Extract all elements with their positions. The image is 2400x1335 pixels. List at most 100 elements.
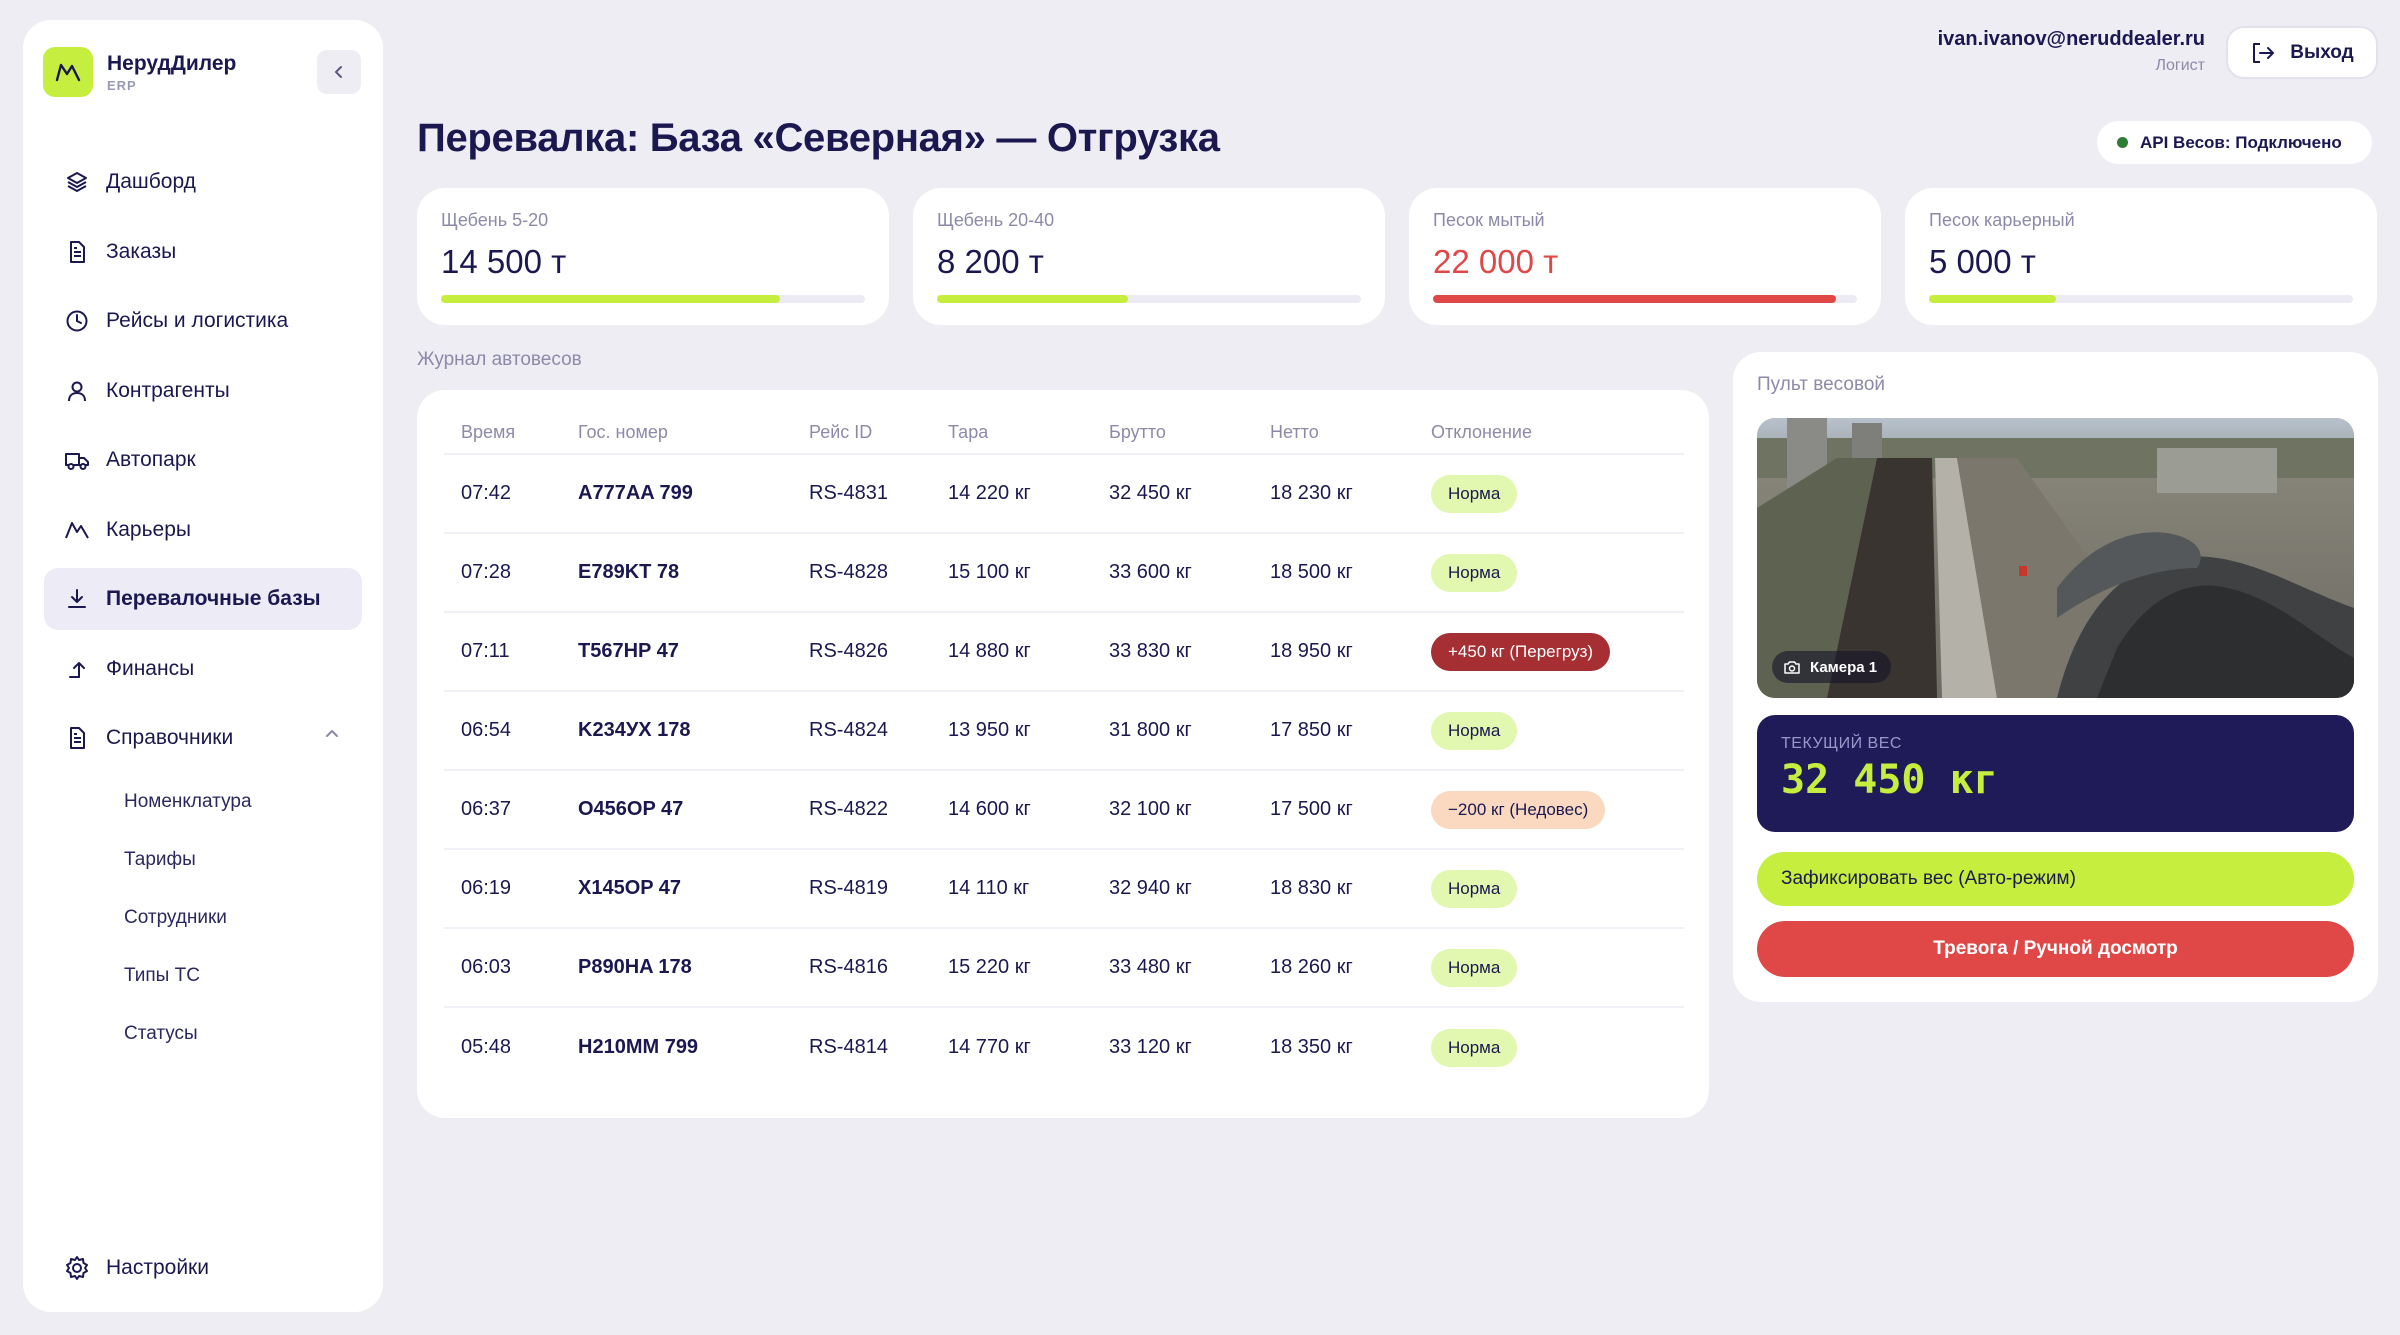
row-deviation: Норма (1414, 1028, 1684, 1067)
deviation-badge: Норма (1431, 948, 1518, 987)
stock-progress-fill (937, 295, 1128, 303)
stock-card: Щебень 20-40 8 200 т (913, 188, 1385, 325)
column-header-trip[interactable]: Рейс ID (792, 422, 931, 443)
alarm-inspection-button[interactable]: Тревога / Ручной досмотр (1757, 921, 2354, 977)
stock-value: 22 000 т (1433, 243, 1559, 280)
log-title: Журнал автовесов (417, 349, 582, 370)
stock-progress-fill (1929, 295, 2057, 303)
fix-weight-button[interactable]: Зафиксировать вес (Авто-режим) (1757, 852, 2354, 906)
document-icon (64, 725, 90, 751)
subnav-item-nomenclature[interactable]: Номенклатура (44, 773, 362, 831)
row-net: 18 230 кг (1270, 482, 1353, 504)
row-tare: 14 880 кг (948, 640, 1031, 662)
row-net: 18 350 кг (1270, 1036, 1353, 1058)
table-row[interactable]: 07:11 T567HP 47 RS-4826 14 880 кг 33 830 кг 1… (444, 613, 1684, 692)
row-deviation: −200 кг (Недовес) (1414, 790, 1684, 829)
stock-progress-bar (441, 295, 865, 303)
row-deviation: Норма (1414, 869, 1684, 908)
api-status-badge: API Весов: Подключено (2097, 121, 2372, 164)
row-plate: K234УX 178 (578, 719, 691, 741)
brand[interactable]: НерудДилер ERP (43, 47, 236, 97)
row-time: 06:19 (461, 877, 512, 899)
table-row[interactable]: 06:37 O456OP 47 RS-4822 14 600 кг 32 100 кг 1… (444, 771, 1684, 850)
stock-label: Песок мытый (1433, 210, 1545, 230)
nav-item-fleet[interactable]: Автопарк (44, 429, 362, 491)
nav-item-transfer-bases[interactable]: Перевалочные базы (44, 568, 362, 630)
column-header-tare[interactable]: Тара (931, 422, 1092, 443)
nav-item-quarries[interactable]: Карьеры (44, 499, 362, 561)
chevron-left-icon (335, 66, 342, 78)
camera-label: Камера 1 (1772, 651, 1892, 683)
row-tare: 14 220 кг (948, 482, 1031, 504)
row-gross: 32 100 кг (1109, 798, 1192, 820)
row-gross: 33 120 кг (1109, 1036, 1192, 1058)
sidebar: НерудДилер ERP Дашборд Заказы Рейсы и ло… (23, 20, 383, 1312)
column-header-deviation[interactable]: Отклонение (1414, 422, 1684, 443)
table-row[interactable]: 05:48 H210MM 799 RS-4814 14 770 кг 33 120 кг… (444, 1008, 1684, 1087)
column-header-gross[interactable]: Брутто (1092, 422, 1253, 443)
deviation-badge: Норма (1431, 553, 1518, 592)
nav-item-references[interactable]: Справочники (44, 707, 362, 769)
row-tare: 14 600 кг (948, 798, 1031, 820)
row-time: 06:54 (461, 719, 512, 741)
row-trip-id: RS-4814 (809, 1036, 888, 1058)
user-info: ivan.ivanov@neruddealer.ru Логист (1938, 28, 2205, 75)
subnav-item-employees[interactable]: Сотрудники (44, 889, 362, 947)
column-header-plate[interactable]: Гос. номер (561, 422, 792, 443)
nav-label: Заказы (106, 239, 177, 263)
row-plate: A777AA 799 (578, 482, 693, 504)
nav-label: Справочники (106, 726, 234, 749)
row-gross: 32 940 кг (1109, 877, 1192, 899)
subnav-item-vehicle-types[interactable]: Типы ТС (44, 947, 362, 1005)
table-row[interactable]: 06:19 X145OP 47 RS-4819 14 110 кг 32 940 кг 1… (444, 850, 1684, 929)
truck-icon (64, 447, 90, 473)
stock-label: Щебень 20-40 (937, 210, 1055, 230)
api-status-label: API Весов: Подключено (2140, 132, 2342, 152)
nav-label: Рейсы и логистика (106, 309, 289, 332)
deviation-badge: +450 кг (Перегруз) (1431, 632, 1611, 671)
nav-item-orders[interactable]: Заказы (44, 221, 362, 283)
row-plate: H210MM 799 (578, 1036, 699, 1058)
weighbridge-log-card: Время Гос. номер Рейс ID Тара Брутто Нет… (417, 390, 1709, 1118)
stock-card: Щебень 5-20 14 500 т (417, 188, 889, 325)
nav-item-contractors[interactable]: Контрагенты (44, 360, 362, 422)
row-net: 18 830 кг (1270, 877, 1353, 899)
deviation-badge: Норма (1431, 869, 1518, 908)
table-row[interactable]: 06:03 P890HA 178 RS-4816 15 220 кг 33 480 кг… (444, 929, 1684, 1008)
subnav-item-statuses[interactable]: Статусы (44, 1005, 362, 1063)
column-header-time[interactable]: Время (444, 422, 561, 443)
row-deviation: Норма (1414, 474, 1684, 513)
row-plate: X145OP 47 (578, 877, 682, 899)
nav-label: Контрагенты (106, 378, 230, 402)
subnav-item-tariffs[interactable]: Тарифы (44, 831, 362, 889)
gear-icon (64, 1255, 90, 1281)
stock-progress-bar (1433, 295, 1857, 303)
nav-item-trips[interactable]: Рейсы и логистика (44, 290, 362, 352)
table-row[interactable]: 07:42 A777AA 799 RS-4831 14 220 кг 32 450 кг… (444, 455, 1684, 534)
nav-item-finance[interactable]: Финансы (44, 638, 362, 700)
camera-feed[interactable]: Камера 1 (1757, 418, 2354, 698)
stock-progress-fill (1433, 295, 1836, 303)
main-nav: Дашборд Заказы Рейсы и логистика Контраг… (44, 151, 362, 1063)
row-time: 07:42 (461, 482, 512, 504)
column-header-net[interactable]: Нетто (1253, 422, 1414, 443)
mountain-icon (64, 517, 90, 543)
logout-button[interactable]: Выход (2226, 26, 2378, 79)
table-row[interactable]: 06:54 K234УX 178 RS-4824 13 950 кг 31 800 кг… (444, 692, 1684, 771)
stock-label: Щебень 5-20 (441, 210, 549, 230)
table-row[interactable]: 07:28 E789KT 78 RS-4828 15 100 кг 33 600 кг 1… (444, 534, 1684, 613)
nav-item-settings[interactable]: Настройки (64, 1255, 209, 1281)
collapse-sidebar-button[interactable] (317, 50, 361, 94)
current-weight-value: 32 450 кг (1781, 757, 1998, 803)
nav-label: Автопарк (106, 448, 196, 471)
row-time: 07:11 (461, 640, 510, 662)
arrow-up-icon (64, 656, 90, 682)
user-email: ivan.ivanov@neruddealer.ru (1937, 28, 2205, 50)
nav-item-dashboard[interactable]: Дашборд (44, 151, 362, 213)
settings-label: Настройки (106, 1256, 209, 1279)
scale-panel: Пульт весовой Камера 1 ТЕКУЩИЙ ВЕС 32 45… (1733, 352, 2378, 1002)
download-icon (64, 586, 90, 612)
row-tare: 15 100 кг (948, 561, 1031, 583)
row-net: 17 500 кг (1270, 798, 1353, 820)
row-plate: E789KT 78 (578, 561, 680, 583)
